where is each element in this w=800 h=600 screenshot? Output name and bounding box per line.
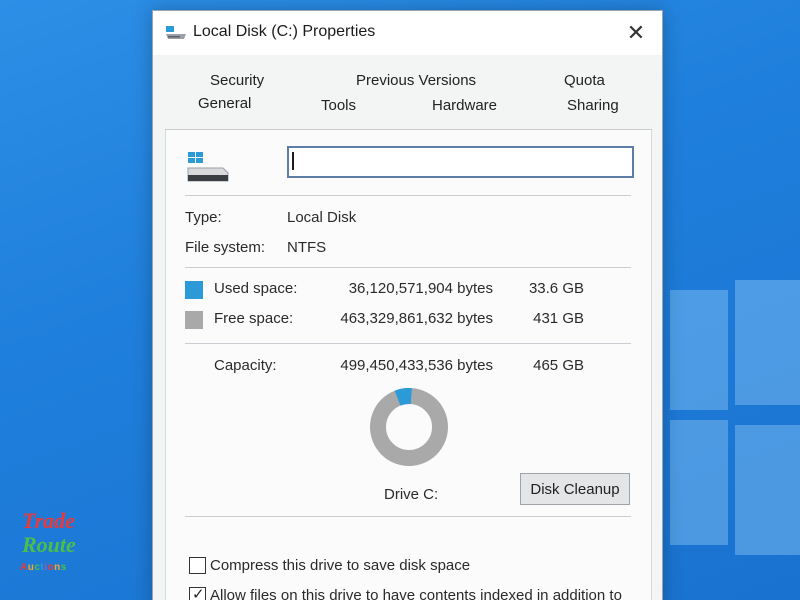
file-system-value: NTFS — [287, 239, 327, 256]
separator — [185, 516, 631, 517]
index-label: Allow files on this drive to have conten… — [210, 587, 622, 600]
drive-icon — [166, 26, 186, 39]
separator — [185, 267, 631, 268]
tab-previous-versions[interactable]: Previous Versions — [356, 72, 476, 89]
capacity-bytes: 499,450,433,536 bytes — [340, 357, 493, 374]
used-space-gb: 33.6 GB — [528, 280, 584, 297]
free-space-label: Free space: — [214, 310, 294, 327]
usage-donut-chart — [370, 388, 448, 466]
drive-label: Drive C: — [384, 486, 439, 503]
text-caret — [292, 152, 294, 170]
logo-line-2: Route — [22, 532, 76, 557]
title-bar: Local Disk (C:) Properties ✕ — [153, 11, 662, 55]
close-icon[interactable]: ✕ — [618, 17, 654, 49]
capacity-gb: 465 GB — [533, 357, 584, 374]
drive-name-input[interactable] — [287, 146, 634, 178]
watermark-logo: Trade Route Auctions — [18, 508, 92, 583]
separator — [185, 343, 631, 344]
used-space-swatch — [185, 281, 203, 299]
tab-security[interactable]: Security — [210, 72, 264, 89]
free-space-ring — [370, 388, 448, 466]
logo-line-3: Auctions — [20, 562, 67, 573]
window-title: Local Disk (C:) Properties — [193, 23, 376, 40]
type-label: Type: — [185, 209, 222, 226]
type-value: Local Disk — [287, 209, 357, 226]
properties-dialog: Local Disk (C:) Properties ✕ Security Pr… — [152, 10, 663, 600]
separator — [185, 195, 631, 196]
capacity-label: Capacity: — [214, 357, 277, 374]
free-space-swatch — [185, 311, 203, 329]
used-space-bytes: 36,120,571,904 bytes — [348, 280, 493, 297]
file-system-label: File system: — [185, 239, 266, 256]
tab-hardware[interactable]: Hardware — [432, 97, 497, 114]
drive-icon — [187, 152, 229, 182]
logo-line-1: Trade — [22, 508, 75, 533]
free-space-bytes: 463,329,861,632 bytes — [340, 310, 493, 327]
tab-quota[interactable]: Quota — [564, 72, 605, 89]
checkmark-icon: ✓ — [192, 586, 205, 600]
tab-divider — [165, 129, 652, 130]
disk-cleanup-button[interactable]: Disk Cleanup — [520, 473, 630, 505]
tab-tools[interactable]: Tools — [321, 97, 356, 114]
compress-label: Compress this drive to save disk space — [210, 557, 471, 574]
tab-sharing[interactable]: Sharing — [567, 97, 619, 114]
free-space-gb: 431 GB — [533, 310, 584, 327]
used-space-label: Used space: — [214, 280, 298, 297]
index-checkbox[interactable]: ✓ — [189, 586, 206, 600]
compress-checkbox[interactable] — [189, 557, 206, 574]
used-space-arc — [394, 388, 412, 406]
tab-general[interactable]: General — [198, 95, 251, 112]
